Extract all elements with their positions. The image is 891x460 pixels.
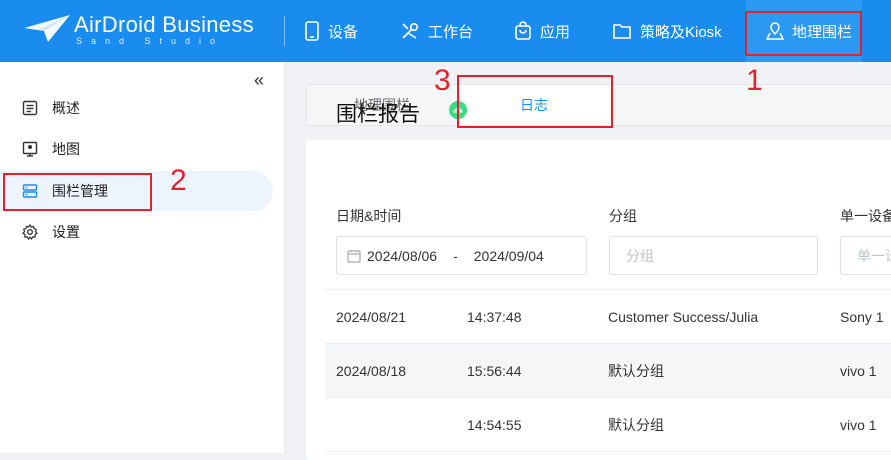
annotation-number-2: 2 <box>170 164 187 197</box>
row-time: 15:56:44 <box>467 363 522 379</box>
logo-subtext: Sand Studio <box>76 36 225 46</box>
nav-divider <box>284 16 285 46</box>
datetime-label: 日期&时间 <box>336 208 402 224</box>
airdroid-logo[interactable]: AirDroid Business Sand Studio <box>22 10 262 52</box>
device-select[interactable]: 单一设 <box>840 236 891 275</box>
annotation-box-2 <box>3 173 152 211</box>
row-date: 2024/08/18 <box>336 363 407 379</box>
sidebar-item-label: 地图 <box>52 141 80 157</box>
date-start: 2024/08/06 <box>367 247 438 264</box>
gear-icon <box>22 224 38 240</box>
table-divider <box>325 451 891 452</box>
sidebar-item-overview[interactable]: 概述 <box>0 88 273 128</box>
calendar-icon <box>347 249 361 263</box>
sidebar-item-settings[interactable]: 设置 <box>0 212 273 252</box>
sidebar-item-label: 概述 <box>52 100 80 116</box>
annotation-box-3 <box>457 75 613 128</box>
row-date: 2024/08/21 <box>336 309 407 325</box>
row-device: vivo 1 <box>840 363 877 379</box>
device-label: 单一设备 <box>840 208 891 224</box>
row-time: 14:37:48 <box>467 309 522 325</box>
table-row[interactable]: 2024/08/21 14:37:48 Customer Success/Jul… <box>325 290 891 344</box>
group-label: 分组 <box>609 208 637 224</box>
annotation-number-3: 3 <box>434 64 451 97</box>
annotation-box-1 <box>745 11 862 56</box>
logo-text: AirDroid Business <box>74 12 254 37</box>
row-time: 14:54:55 <box>467 417 522 433</box>
annotation-number-1: 1 <box>746 64 763 97</box>
date-range-picker[interactable]: 2024/08/06 - 2024/09/04 <box>336 236 587 275</box>
row-device: Sony 1 <box>840 309 884 325</box>
row-group: 默认分组 <box>608 417 664 433</box>
table-row[interactable]: 2024/08/18 15:56:44 默认分组 vivo 1 <box>325 344 891 398</box>
group-select[interactable]: 分组 <box>609 236 818 275</box>
sidebar-item-map[interactable]: 地图 <box>0 129 273 169</box>
row-group: Customer Success/Julia <box>608 309 759 325</box>
sidebar: « 概述 地图 围栏管理 设置 <box>0 62 285 453</box>
sidebar-item-label: 设置 <box>52 224 80 240</box>
map-icon <box>22 141 38 157</box>
date-end: 2024/09/04 <box>473 247 544 264</box>
report-title: 围栏报告 <box>336 103 420 126</box>
paper-plane-icon <box>24 15 70 42</box>
row-group: 默认分组 <box>608 363 664 379</box>
group-placeholder: 分组 <box>626 247 654 264</box>
overview-icon <box>22 100 38 116</box>
table-row[interactable]: 14:54:55 默认分组 vivo 1 <box>325 398 891 452</box>
row-device: vivo 1 <box>840 417 877 433</box>
date-separator: - <box>453 247 458 264</box>
device-placeholder: 单一设 <box>857 247 891 264</box>
